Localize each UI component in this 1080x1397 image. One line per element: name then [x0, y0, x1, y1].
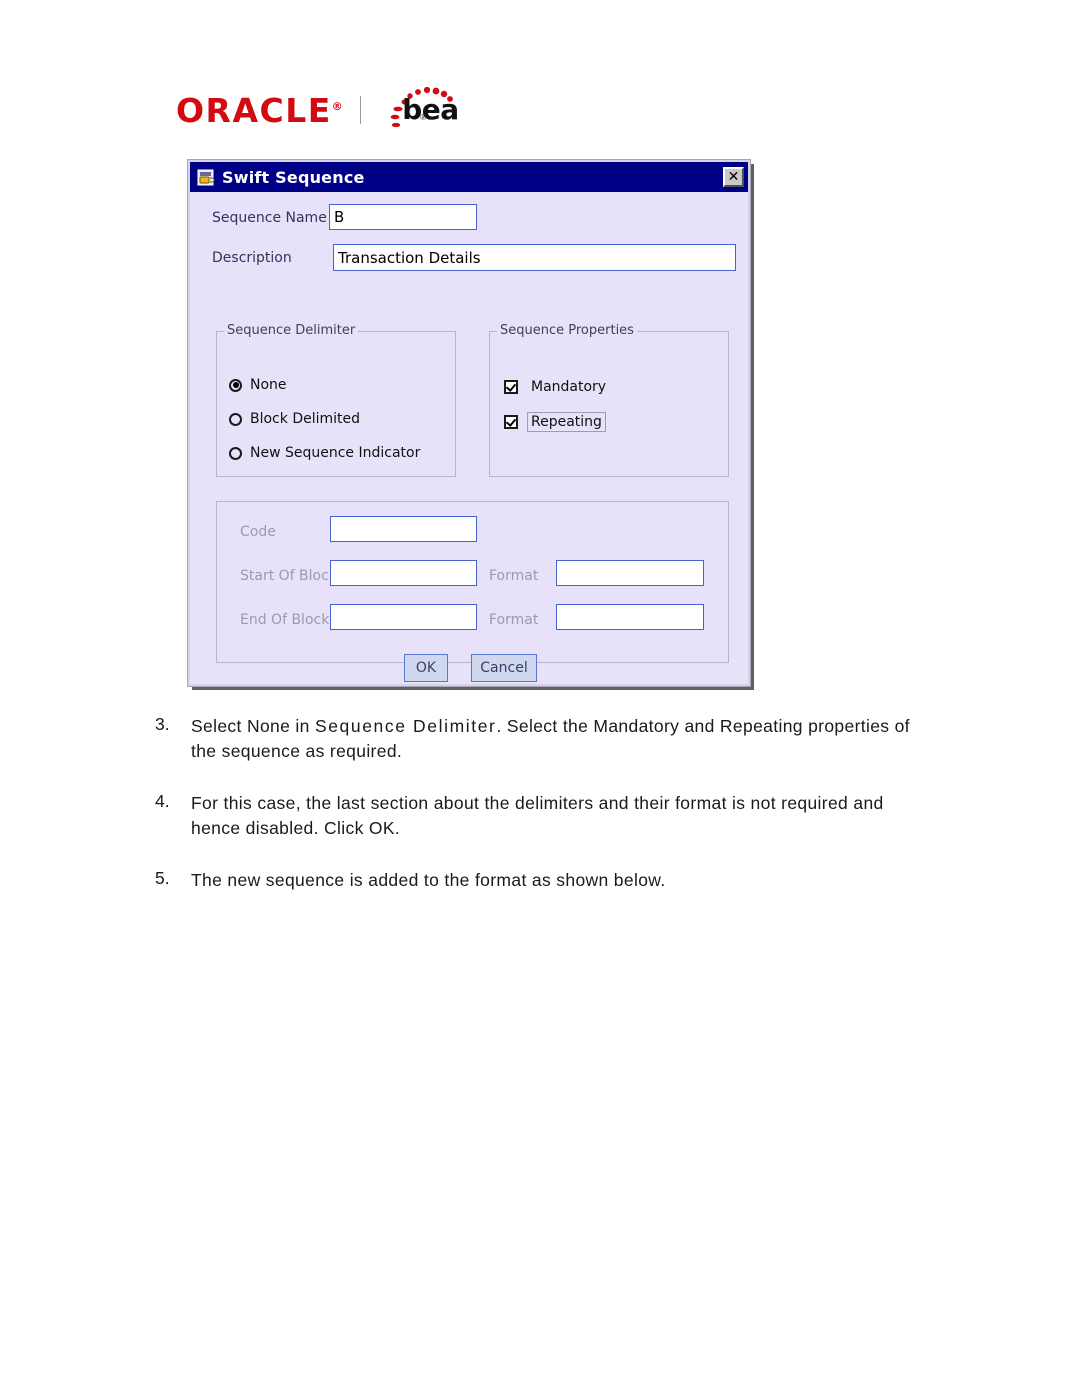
radio-new-sequence-indicator[interactable]: New Sequence Indicator	[229, 445, 420, 461]
step-number: 5.	[155, 868, 170, 888]
step-text-before: Select None in	[191, 716, 315, 736]
close-icon[interactable]: ✕	[723, 167, 744, 187]
start-of-block-format-input[interactable]	[556, 560, 704, 586]
close-glyph: ✕	[727, 169, 740, 185]
code-input[interactable]	[330, 516, 477, 542]
sequence-properties-group: Sequence Properties Mandatory Repeating	[489, 323, 729, 477]
sequence-name-label: Sequence Name	[212, 210, 327, 226]
checkbox-mandatory-icon[interactable]	[504, 380, 518, 394]
start-of-block-label: Start Of Block	[240, 568, 337, 584]
end-of-block-input[interactable]	[330, 604, 477, 630]
dialog-title: Swift Sequence	[222, 167, 365, 187]
radio-new-sequence-indicator-icon[interactable]	[229, 446, 242, 460]
end-of-block-format-input[interactable]	[556, 604, 704, 630]
oracle-bea-logo: ORACLE® bea ®	[176, 86, 459, 134]
checkbox-repeating-icon[interactable]	[504, 415, 518, 429]
checkbox-repeating-label: Repeating	[527, 412, 606, 432]
checkbox-mandatory-label: Mandatory	[531, 379, 607, 395]
java-coffee-cup-icon	[197, 169, 215, 185]
end-of-block-format-label: Format	[489, 612, 539, 628]
radio-none[interactable]: None	[229, 377, 287, 393]
step-text: Select None in Sequence Delimiter. Selec…	[191, 714, 915, 764]
description-input[interactable]: Transaction Details	[333, 244, 736, 271]
dialog-body: Sequence Name B Description Transaction …	[190, 192, 748, 684]
step-text-before: The new sequence is added to the format …	[191, 870, 666, 890]
code-label: Code	[240, 524, 276, 540]
sequence-name-input[interactable]: B	[329, 204, 477, 230]
checkbox-repeating[interactable]: Repeating	[504, 412, 606, 432]
ok-button[interactable]: OK	[404, 654, 448, 682]
logo-divider	[360, 96, 362, 124]
step-text-emphasis: Sequence Delimiter	[314, 716, 497, 736]
list-item: 4. For this case, the last section about…	[155, 791, 915, 841]
step-text-before: For this case, the last section about th…	[191, 793, 884, 838]
sequence-delimiter-legend: Sequence Delimiter	[224, 323, 359, 338]
instruction-list: 3. Select None in Sequence Delimiter. Se…	[155, 714, 915, 920]
list-item: 5. The new sequence is added to the form…	[155, 868, 915, 893]
radio-none-icon[interactable]	[229, 378, 242, 392]
cancel-button[interactable]: Cancel	[471, 654, 537, 682]
radio-block-delimited-label: Block Delimited	[250, 411, 361, 427]
oracle-wordmark: ORACLE®	[176, 94, 344, 127]
list-item: 3. Select None in Sequence Delimiter. Se…	[155, 714, 915, 764]
step-text: The new sequence is added to the format …	[191, 868, 666, 893]
bea-wordmark: bea	[402, 93, 459, 126]
radio-none-label: None	[250, 377, 287, 393]
radio-block-delimited[interactable]: Block Delimited	[229, 411, 360, 427]
sequence-delimiter-group: Sequence Delimiter None Block Delimited …	[216, 323, 456, 477]
step-text: For this case, the last section about th…	[191, 791, 915, 841]
radio-block-delimited-icon[interactable]	[229, 412, 242, 426]
end-of-block-label: End Of Block	[240, 612, 330, 628]
oracle-wordmark-text: ORACLE	[176, 90, 332, 130]
bea-logo: bea ®	[375, 87, 459, 133]
start-of-block-format-label: Format	[489, 568, 539, 584]
block-delimiter-details-group: Code Start Of Block Format End Of Block …	[216, 501, 729, 663]
dialog-titlebar[interactable]: Swift Sequence ✕	[190, 162, 748, 192]
radio-new-sequence-indicator-label: New Sequence Indicator	[250, 445, 421, 461]
registered-mark-icon: ®	[331, 99, 345, 113]
sequence-properties-legend: Sequence Properties	[497, 323, 637, 338]
start-of-block-input[interactable]	[330, 560, 477, 586]
checkbox-mandatory[interactable]: Mandatory	[504, 377, 610, 397]
step-number: 3.	[155, 714, 170, 734]
description-label: Description	[212, 250, 292, 266]
step-number: 4.	[155, 791, 170, 811]
bea-registered-icon: ®	[420, 113, 426, 122]
swift-sequence-dialog: Swift Sequence ✕ Sequence Name B Descrip…	[187, 159, 751, 687]
